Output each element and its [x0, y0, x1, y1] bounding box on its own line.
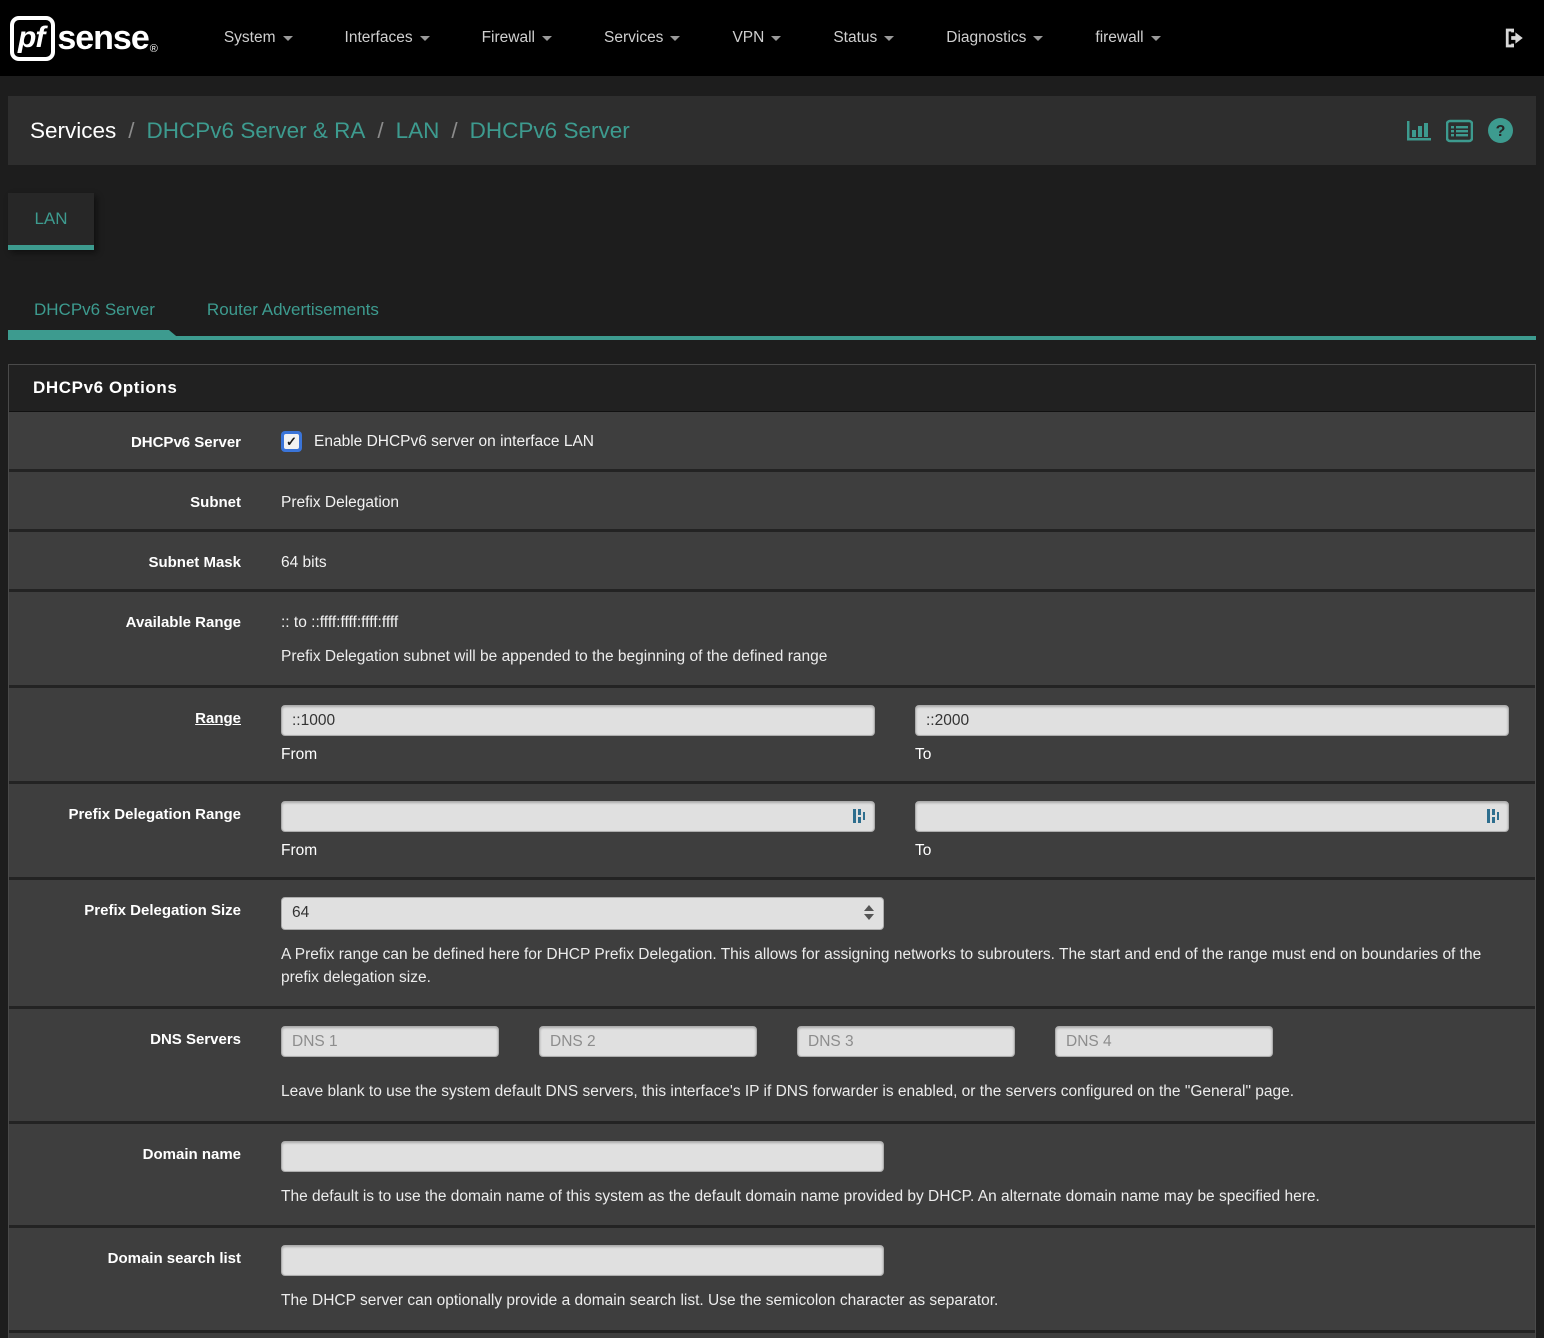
breadcrumb-link-dhcpv6-server[interactable]: DHCPv6 Server	[470, 118, 630, 144]
menu-services[interactable]: Services	[578, 19, 706, 57]
chevron-down-icon	[1151, 36, 1161, 41]
svg-text:?: ?	[1496, 123, 1506, 140]
tab-router-advertisements[interactable]: Router Advertisements	[181, 300, 405, 336]
menu-interfaces[interactable]: Interfaces	[319, 19, 456, 57]
sign-out-icon[interactable]	[1500, 24, 1528, 52]
help-icon[interactable]: ?	[1487, 117, 1514, 144]
row-prefix-delegation-range: Prefix Delegation Range From	[9, 784, 1535, 880]
range-from-input[interactable]	[281, 705, 875, 736]
breadcrumb-link-lan[interactable]: LAN	[396, 118, 440, 144]
domain-search-list-input[interactable]	[281, 1245, 884, 1276]
field-label: DNS Servers	[9, 1022, 281, 1107]
field-label: Domain search list	[9, 1241, 281, 1316]
row-default-lease-time: Default lease time Lease time in seconds…	[9, 1333, 1535, 1338]
breadcrumb-link-dhcpv6-server-ra[interactable]: DHCPv6 Server & RA	[147, 118, 366, 144]
chevron-down-icon	[884, 36, 894, 41]
domain-search-list-help: The DHCP server can optionally provide a…	[281, 1290, 1509, 1312]
dns4-input[interactable]	[1055, 1026, 1273, 1057]
top-navbar: pfsense® System Interfaces Firewall Serv…	[0, 0, 1544, 76]
pd-range-to-input[interactable]	[915, 801, 1509, 832]
chevron-down-icon	[1033, 36, 1043, 41]
checkmark-icon	[284, 434, 299, 449]
menu-firewall-hostname[interactable]: firewall	[1069, 19, 1186, 57]
registered-mark: ®	[150, 43, 158, 55]
field-extension-icon	[852, 807, 866, 830]
to-label: To	[915, 746, 1509, 764]
row-available-range: Available Range :: to ::ffff:ffff:ffff:f…	[9, 592, 1535, 688]
field-label: Prefix Delegation Range	[9, 797, 281, 864]
menu-system[interactable]: System	[198, 19, 319, 57]
interface-tabs: LAN	[8, 193, 1536, 250]
panel-title: DHCPv6 Options	[9, 365, 1535, 412]
row-prefix-delegation-size: Prefix Delegation Size 64 A Prefix range…	[9, 880, 1535, 1009]
pfsense-logo-pf: pf	[10, 16, 55, 61]
domain-name-input[interactable]	[281, 1141, 884, 1172]
row-dhcpv6-server: DHCPv6 Server Enable DHCPv6 server on in…	[9, 412, 1535, 472]
menu-vpn[interactable]: VPN	[706, 19, 807, 57]
dns1-input[interactable]	[281, 1026, 499, 1057]
domain-name-help: The default is to use the domain name of…	[281, 1186, 1509, 1208]
pd-size-help: A Prefix range can be defined here for D…	[281, 944, 1509, 989]
from-label: From	[281, 746, 875, 764]
row-subnet: Subnet Prefix Delegation	[9, 472, 1535, 532]
dns2-input[interactable]	[539, 1026, 757, 1057]
dns3-input[interactable]	[797, 1026, 1015, 1057]
field-label: Subnet	[9, 485, 281, 516]
subnet-value: Prefix Delegation	[281, 489, 1509, 512]
row-domain-name: Domain name The default is to use the do…	[9, 1124, 1535, 1228]
menu-status[interactable]: Status	[807, 19, 920, 57]
section-tabs: DHCPv6 Server Router Advertisements	[8, 300, 1536, 340]
row-subnet-mask: Subnet Mask 64 bits	[9, 532, 1535, 592]
row-range: Range From To	[9, 688, 1535, 784]
chevron-down-icon	[420, 36, 430, 41]
available-range-value: :: to ::ffff:ffff:ffff:ffff	[281, 609, 1509, 632]
breadcrumb-bar: Services / DHCPv6 Server & RA / LAN / DH…	[8, 96, 1536, 165]
field-label: Available Range	[9, 605, 281, 672]
field-label: Range	[9, 701, 281, 768]
field-label: DHCPv6 Server	[9, 425, 281, 456]
field-label: Prefix Delegation Size	[9, 893, 281, 993]
checkbox-label: Enable DHCPv6 server on interface LAN	[314, 433, 594, 451]
chevron-down-icon	[670, 36, 680, 41]
range-to-input[interactable]	[915, 705, 1509, 736]
row-dns-servers: DNS Servers Leave blank to use the syste…	[9, 1009, 1535, 1123]
dns-servers-help: Leave blank to use the system default DN…	[281, 1081, 1509, 1103]
pd-size-select[interactable]: 64	[281, 897, 884, 930]
tab-dhcpv6-server[interactable]: DHCPv6 Server	[8, 300, 181, 336]
tab-lan[interactable]: LAN	[8, 193, 94, 250]
pfsense-logo[interactable]: pfsense®	[10, 16, 158, 61]
pfsense-logo-sense: sense	[57, 16, 148, 60]
log-list-icon[interactable]	[1446, 119, 1473, 143]
status-chart-icon[interactable]	[1406, 119, 1432, 143]
navbar-menu: System Interfaces Firewall Services VPN …	[198, 19, 1500, 57]
available-range-help: Prefix Delegation subnet will be appende…	[281, 646, 1509, 668]
field-extension-icon	[1486, 807, 1500, 830]
select-spinner-icon	[864, 905, 874, 920]
pd-range-from-input[interactable]	[281, 801, 875, 832]
dhcpv6-options-panel: DHCPv6 Options DHCPv6 Server Enable DHCP…	[8, 364, 1536, 1338]
chevron-down-icon	[283, 36, 293, 41]
to-label: To	[915, 842, 1509, 860]
subnet-mask-value: 64 bits	[281, 549, 1509, 572]
enable-dhcpv6-checkbox[interactable]	[281, 431, 302, 452]
field-label: Domain name	[9, 1137, 281, 1212]
from-label: From	[281, 842, 875, 860]
chevron-down-icon	[542, 36, 552, 41]
chevron-down-icon	[771, 36, 781, 41]
breadcrumb-root: Services	[30, 118, 116, 144]
pd-size-selected-value: 64	[292, 904, 309, 921]
menu-diagnostics[interactable]: Diagnostics	[920, 19, 1069, 57]
menu-firewall[interactable]: Firewall	[456, 19, 578, 57]
breadcrumb: Services / DHCPv6 Server & RA / LAN / DH…	[30, 118, 630, 144]
row-domain-search-list: Domain search list The DHCP server can o…	[9, 1228, 1535, 1332]
field-label: Subnet Mask	[9, 545, 281, 576]
